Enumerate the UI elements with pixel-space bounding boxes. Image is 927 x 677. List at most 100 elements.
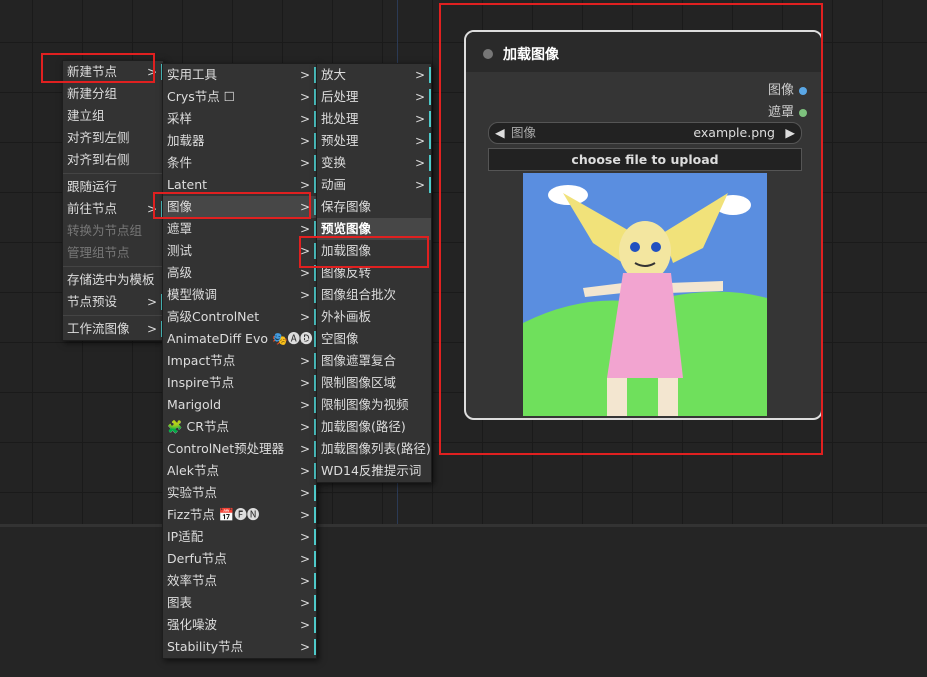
menu-separator [63,266,163,267]
menu-item-label: 后处理 [321,89,359,104]
submenu-indicator [314,595,316,611]
menu2-item[interactable]: Impact节点 > [163,350,316,372]
menu2-item[interactable]: Alek节点 > [163,460,316,482]
chevron-right-icon: > [146,322,157,336]
chevron-right-icon: > [299,398,310,412]
menu1-item[interactable]: 对齐到左侧 [63,127,163,149]
chevron-right-icon: > [299,310,310,324]
menu2-item[interactable]: 实用工具 > [163,64,316,86]
menu-item-label: ControlNet预处理器 [167,441,285,456]
menu-item-label: 加载器 [167,133,205,148]
menu2-item[interactable]: ControlNet预处理器 > [163,438,316,460]
submenu-indicator [429,67,431,83]
menu1-item[interactable]: 建立组 [63,105,163,127]
menu1-item[interactable]: 新建分组 [63,83,163,105]
menu3-item[interactable]: 外补画板 [317,306,431,328]
menu-item-label: 高级 [167,265,193,280]
chevron-right-icon: > [299,90,310,104]
highlight-image-category [153,192,311,219]
menu1-item[interactable]: 节点预设 > [63,291,163,313]
menu2-item[interactable]: 图表 > [163,592,316,614]
menu3-item[interactable]: 动画 > [317,174,431,196]
menu2-item[interactable]: 采样 > [163,108,316,130]
menu2-item[interactable]: 实验节点 > [163,482,316,504]
menu3-item[interactable]: 保存图像 [317,196,431,218]
menu-item-label: 保存图像 [321,199,372,214]
menu2-item[interactable]: 高级ControlNet > [163,306,316,328]
menu2-item[interactable]: Inspire节点 > [163,372,316,394]
chevron-right-icon: > [299,332,310,346]
menu3-item[interactable]: 加载图像(路径) [317,416,431,438]
menu-item-label: Latent [167,177,208,192]
menu1-item[interactable]: 工作流图像 > [63,318,163,340]
menu3-item[interactable]: 预处理 > [317,130,431,152]
menu1-item[interactable]: 前往节点 > [63,198,163,220]
menu-item-label: 批处理 [321,111,359,126]
menu2-item[interactable]: 强化噪波 > [163,614,316,636]
chevron-right-icon: > [299,442,310,456]
menu-item-label: AnimateDiff Evo 🎭🅐🅓 [167,331,313,346]
menu-item-label: 模型微调 [167,287,218,302]
menu2-item[interactable]: Derfu节点 > [163,548,316,570]
menu2-item[interactable]: IP适配 > [163,526,316,548]
menu3-item[interactable]: 图像组合批次 [317,284,431,306]
menu2-item[interactable]: Stability节点 > [163,636,316,658]
submenu-indicator [429,111,431,127]
menu-item-label: 强化噪波 [167,617,218,632]
menu-item-label: 空图像 [321,331,359,346]
menu2-item[interactable]: 遮罩 > [163,218,316,240]
submenu-indicator [314,573,316,589]
menu-item-label: 放大 [321,67,347,82]
menu2-item[interactable]: Marigold > [163,394,316,416]
menu-item-label: 工作流图像 [67,321,130,336]
menu3-item[interactable]: 批处理 > [317,108,431,130]
menu2-item[interactable]: Fizz节点 📅🅕🅝 > [163,504,316,526]
menu-item-label: 节点预设 [67,294,118,309]
menu-item-label: 存储选中为模板 [67,272,155,287]
menu-item-label: 管理组节点 [67,245,130,260]
menu-separator [63,315,163,316]
menu3-item[interactable]: 限制图像为视频 [317,394,431,416]
chevron-right-icon: > [299,288,310,302]
menu-item-label: Derfu节点 [167,551,227,566]
menu2-item[interactable]: Crys节点 ☐ > [163,86,316,108]
chevron-right-icon: > [146,295,157,309]
menu2-item[interactable]: AnimateDiff Evo 🎭🅐🅓 > [163,328,316,350]
menu2-item[interactable]: 加载器 > [163,130,316,152]
menu-item-label: 外补画板 [321,309,372,324]
menu3-item[interactable]: WD14反推提示词 [317,460,431,482]
submenu-indicator [429,155,431,171]
menu2-item[interactable]: 测试 > [163,240,316,262]
menu3-item[interactable]: 放大 > [317,64,431,86]
menu3-item[interactable]: 限制图像区域 [317,372,431,394]
menu1-item[interactable]: 存储选中为模板 [63,269,163,291]
menu3-item[interactable]: 图像遮罩复合 [317,350,431,372]
menu-item-label: 跟随运行 [67,179,118,194]
menu3-item[interactable]: 后处理 > [317,86,431,108]
menu-item-label: 图像组合批次 [321,287,397,302]
submenu-indicator [314,485,316,501]
menu-item-label: 加载图像列表(路径) [321,441,431,456]
menu3-item[interactable]: 加载图像列表(路径) [317,438,431,460]
menu2-item[interactable]: 🧩 CR节点 > [163,416,316,438]
menu1-item[interactable]: 对齐到右侧 [63,149,163,171]
menu3-item[interactable]: 空图像 [317,328,431,350]
context-menu-root: 新建节点 > 新建分组 建立组 对齐到左侧 对齐到右侧 跟随运行 前往节点 > 转换为节点组 管理组… [62,60,164,341]
chevron-right-icon: > [299,376,310,390]
menu2-item[interactable]: 效率节点 > [163,570,316,592]
menu2-item[interactable]: 模型微调 > [163,284,316,306]
menu-item-label: 遮罩 [167,221,193,236]
canvas-lower-area[interactable] [0,524,927,677]
menu-item-label: 对齐到右侧 [67,152,130,167]
menu1-item[interactable]: 跟随运行 [63,176,163,198]
menu-item-label: 限制图像区域 [321,375,397,390]
menu-item-label: 加载图像(路径) [321,419,406,434]
menu1-item: 转换为节点组 [63,220,163,242]
chevron-right-icon: > [299,574,310,588]
menu2-item[interactable]: 高级 > [163,262,316,284]
menu2-item[interactable]: 条件 > [163,152,316,174]
chevron-right-icon: > [299,596,310,610]
submenu-indicator [314,617,316,633]
menu-item-label: 转换为节点组 [67,223,143,238]
menu3-item[interactable]: 变换 > [317,152,431,174]
